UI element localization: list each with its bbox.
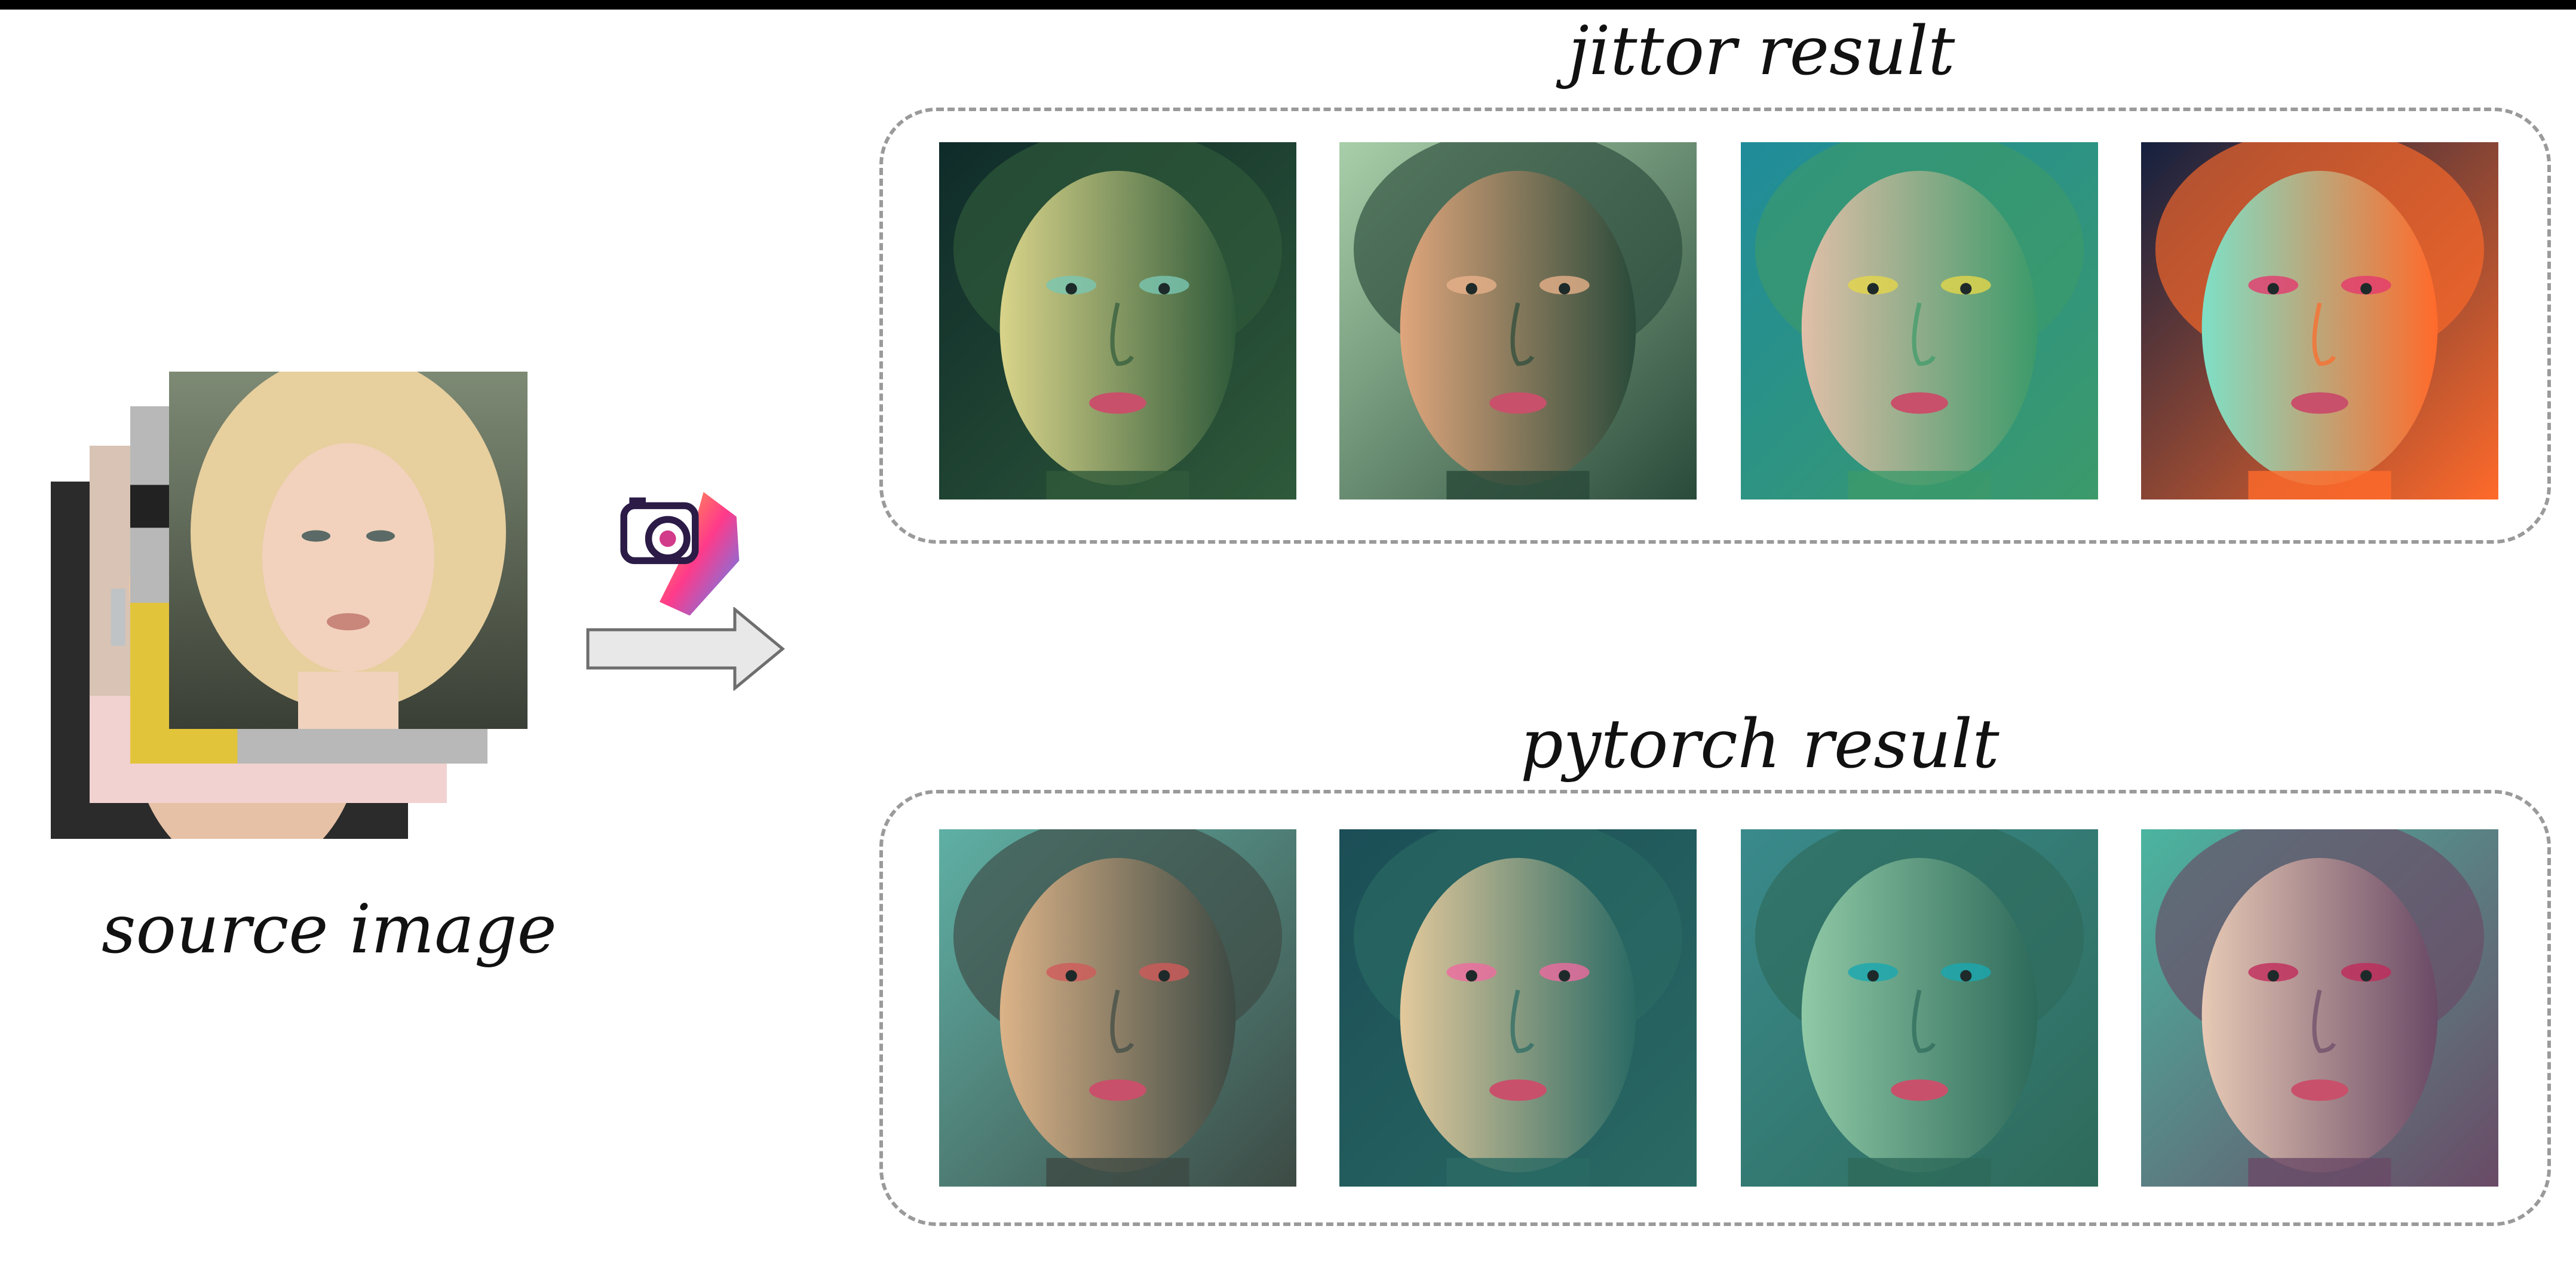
pytorch-result-2: [1339, 829, 1697, 1187]
pytorch-result-1: [939, 829, 1296, 1187]
source-card-front: [169, 372, 528, 729]
jittor-result-3: [1741, 142, 2098, 499]
pytorch-result-4: [2141, 829, 2498, 1187]
jittor-result-1: [939, 142, 1296, 499]
top-border: [0, 0, 2576, 10]
right-arrow-icon: [585, 606, 786, 692]
camera-logo-icon: [618, 481, 756, 618]
jittor-result-4: [2141, 142, 2498, 499]
pytorch-label: pytorch result: [1520, 706, 2000, 783]
jittor-label: jittor result: [1568, 13, 1955, 90]
pytorch-result-3: [1741, 829, 2098, 1187]
source-label: source image: [102, 891, 557, 969]
jittor-result-2: [1339, 142, 1697, 499]
